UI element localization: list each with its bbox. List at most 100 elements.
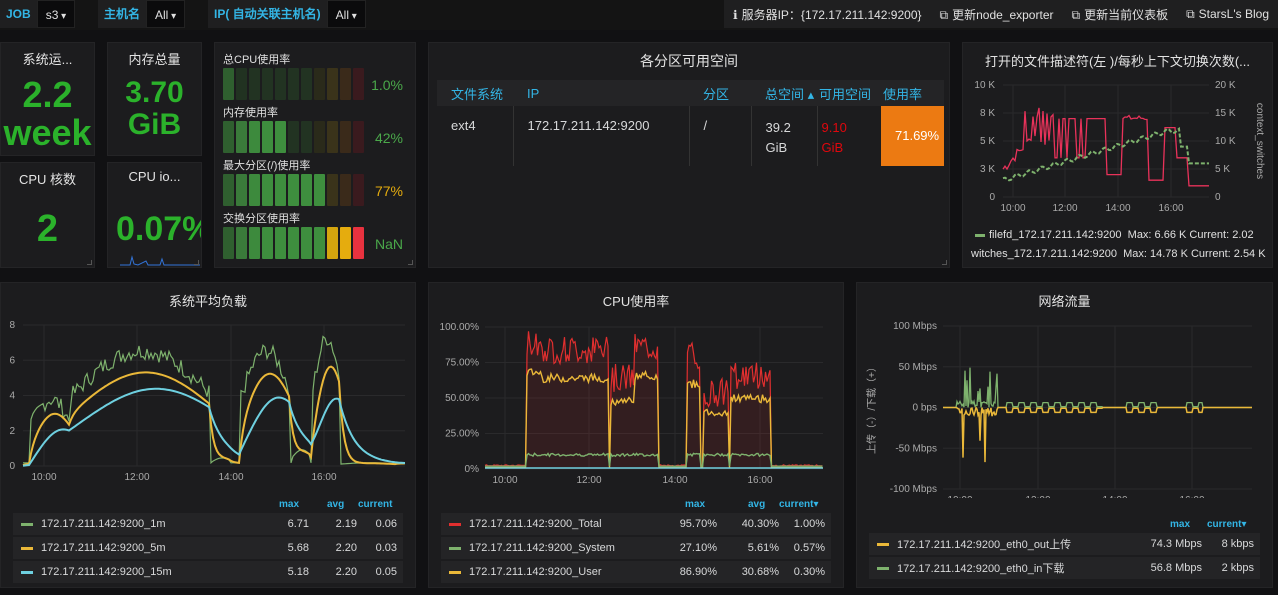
load-graph[interactable]: 8 6 4 2 0 10:00 12:00 14:00 16:00 <box>1 313 417 488</box>
legend-current: 0.05 <box>375 566 397 578</box>
y-tick-label: 100.00% <box>440 322 480 333</box>
gauge-segment <box>353 174 364 206</box>
legend-swatch <box>449 522 461 526</box>
y-tick-label: 8 K <box>980 108 995 119</box>
legend-row[interactable]: 172.17.211.142:9200_eth0_in下载 56.8 Mbps 2 … <box>869 557 1260 579</box>
cpu-graph[interactable]: 100.00% 75.00% 50.00% 25.00% 0% 10:00 12:00 14:… <box>429 313 845 488</box>
legend-series-name: 172.17.211.142:9200_eth0_in下载 <box>897 563 1065 575</box>
gauge-segment <box>327 174 338 206</box>
legend-header-avg[interactable]: avg <box>748 499 765 510</box>
server-ip-link[interactable]: ℹ 服务器IP：{172.17.211.142:9200} <box>724 6 930 23</box>
legend-max: 86.90% <box>679 566 717 578</box>
legend-series-name: 172.17.211.142:9200_5m <box>41 542 166 554</box>
legend-swatch <box>975 233 985 237</box>
panel-title: CPU io... <box>128 169 181 184</box>
gauge-segment <box>262 174 273 206</box>
legend-header-current[interactable]: current <box>358 499 392 510</box>
legend-row[interactable]: 172.17.211.142:9200_15m 5.18 2.20 0.05 <box>13 561 403 583</box>
ip-label: IP( 自动关联主机名) <box>208 0 327 28</box>
gauge-bar <box>223 68 364 100</box>
job-select[interactable]: s3 <box>36 0 76 28</box>
legend-row[interactable]: 172.17.211.142:9200_User 86.90% 30.68% 0.30… <box>441 561 831 583</box>
x-tick-label: 14:00 <box>1105 203 1130 214</box>
update-exporter-link[interactable]: ⧉ 更新node_exporter <box>931 6 1063 23</box>
legend-avg: 2.20 <box>335 566 357 578</box>
panel-title: CPU 核数 <box>18 172 77 187</box>
column-header[interactable]: 可用空间 <box>817 80 881 106</box>
gauge-title: 总CPU使用率 <box>223 54 291 66</box>
gauge-segment <box>249 121 260 153</box>
legend-row[interactable]: 172.17.211.142:9200_eth0_out上传 74.3 Mbps 8… <box>869 533 1260 555</box>
host-select[interactable]: All <box>146 0 186 28</box>
y-tick-label: 6 <box>9 355 15 366</box>
legend-header-current[interactable]: current▾ <box>779 499 818 510</box>
column-header[interactable]: 分区 <box>689 80 751 106</box>
resize-handle[interactable] <box>408 260 413 265</box>
x-tick-label: 14:00 <box>662 475 687 486</box>
legend-swatch <box>877 566 889 570</box>
x-tick-label: 16:00 <box>1158 203 1183 214</box>
cpu-iowait-panel: CPU io... 0.07% <box>107 162 202 268</box>
gauge-segment <box>327 121 338 153</box>
resize-handle[interactable] <box>87 260 92 265</box>
host-label: 主机名 <box>98 0 147 28</box>
legend-header-avg[interactable]: avg <box>327 499 344 510</box>
legend-avg: 30.68% <box>741 566 779 578</box>
blog-link[interactable]: ⧉ StarsL's Blog <box>1177 7 1278 22</box>
legend-row[interactable]: 172.17.211.142:9200_Total 95.70% 40.30% 1.0… <box>441 513 831 535</box>
gauge-segment <box>288 227 299 259</box>
gauge-segment <box>314 227 325 259</box>
filefd-graph[interactable]: 10 K 8 K 5 K 3 K 0 10:00 12:00 14:00 16:00 20 K 15… <box>963 73 1274 253</box>
memory-total-value: 3.70 <box>125 76 184 109</box>
y-tick-label: 8 <box>9 320 15 331</box>
ip-variable[interactable]: IP( 自动关联主机名) All <box>208 0 366 28</box>
gauge-segment <box>236 227 247 259</box>
update-dashboard-link[interactable]: ⧉ 更新当前仪表板 <box>1063 6 1178 23</box>
column-header[interactable]: 总空间 ▴ <box>751 80 817 106</box>
job-variable[interactable]: JOB s3 <box>0 0 76 28</box>
gauge-segment <box>223 68 234 100</box>
legend-row[interactable]: 172.17.211.142:9200_5m 5.68 2.20 0.03 <box>13 537 403 559</box>
resize-handle[interactable] <box>194 260 199 265</box>
y-tick-label: 0% <box>465 464 480 475</box>
legend-item[interactable]: filefd_172.17.211.142:9200 Max: 6.66 K C… <box>975 229 1271 241</box>
gauge-segment <box>340 121 351 153</box>
gauge-segment <box>223 227 234 259</box>
host-variable[interactable]: 主机名 All <box>98 0 186 28</box>
gauge-segment <box>236 174 247 206</box>
column-header[interactable]: 使用率 <box>881 80 944 106</box>
legend-current: 1.00% <box>793 518 825 530</box>
cell-total-size: 39.2 GiB <box>751 106 818 166</box>
column-header[interactable]: 文件系统 <box>437 80 513 106</box>
gauge-segment <box>262 121 273 153</box>
y-tick-label: 50 Mbps <box>899 362 937 373</box>
gauge-segment <box>314 121 325 153</box>
legend-series-name: 172.17.211.142:9200_15m <box>41 566 172 578</box>
gauge-segment <box>301 227 312 259</box>
legend-row[interactable]: 172.17.211.142:9200_1m 6.71 2.19 0.06 <box>13 513 403 535</box>
legend-header-max[interactable]: max <box>279 499 299 510</box>
y-tick-label: 0 bps <box>913 403 937 414</box>
total-area-fill <box>485 331 823 469</box>
gauge-segment <box>249 227 260 259</box>
panel-title: CPU使用率 <box>602 294 670 309</box>
resize-handle[interactable] <box>942 260 947 265</box>
memory-total-unit: GiB <box>127 108 182 141</box>
uptime-panel: 系统运... 2.2 week <box>0 42 95 156</box>
gauge-segment <box>249 174 260 206</box>
job-label: JOB <box>0 0 37 28</box>
gauge-segment <box>275 68 286 100</box>
legend-swatch <box>21 522 33 526</box>
legend-row[interactable]: 172.17.211.142:9200_System 27.10% 5.61% 0.5… <box>441 537 831 559</box>
network-graph[interactable]: 100 Mbps 50 Mbps 0 bps -50 Mbps -100 Mbps 10:… <box>857 313 1274 498</box>
ip-select[interactable]: All <box>326 0 366 28</box>
x-tick-label: 10:00 <box>492 475 517 486</box>
legend-header-max[interactable]: max <box>685 499 705 510</box>
legend-item[interactable]: witches_172.17.211.142:9200 Max: 14.78 K… <box>971 248 1271 260</box>
column-header[interactable]: IP <box>513 80 689 106</box>
legend-header-max[interactable]: max <box>1170 519 1190 530</box>
gauge-segment <box>236 68 247 100</box>
legend-header-current[interactable]: current▾ <box>1207 519 1246 530</box>
legend-swatch <box>877 542 889 546</box>
y-tick-label: 75.00% <box>445 358 479 369</box>
